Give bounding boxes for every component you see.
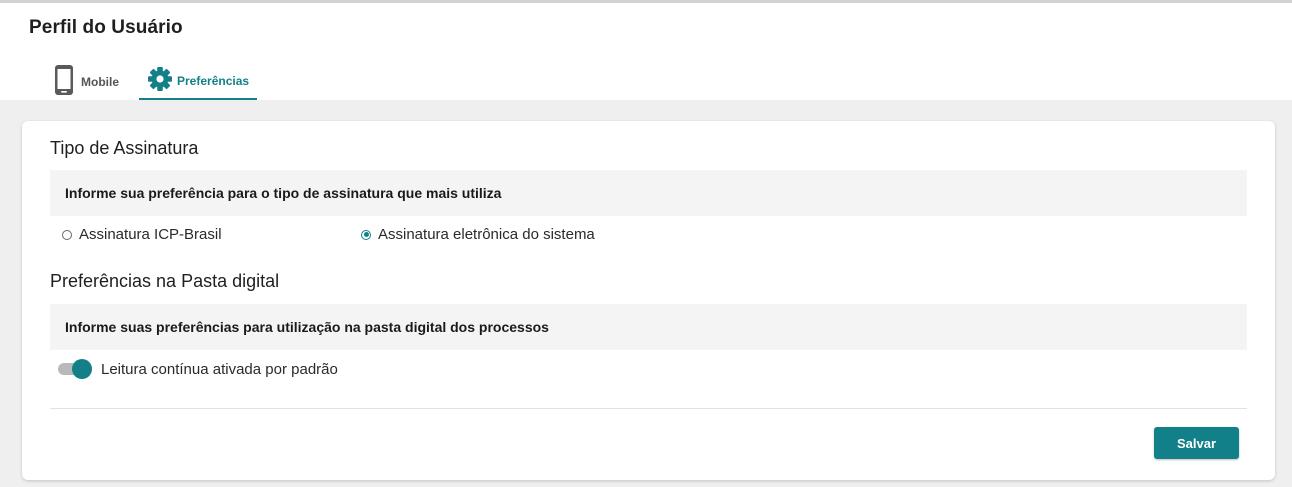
tab-preferences[interactable]: Preferências [139, 63, 258, 100]
tab-bar: Mobile Preferências [45, 63, 258, 100]
radio-electronic-signature[interactable]: Assinatura eletrônica do sistema [361, 226, 595, 243]
tab-preferences-label: Preferências [177, 73, 250, 88]
continuous-reading-label: Leitura contínua ativada por padrão [101, 360, 338, 378]
radio-icp-brasil[interactable]: Assinatura ICP-Brasil [62, 226, 222, 243]
tab-mobile-label: Mobile [81, 74, 119, 89]
gear-icon [147, 66, 173, 95]
radio-icp-brasil-label: Assinatura ICP-Brasil [79, 226, 222, 243]
signature-info-bar: Informe sua preferência para o tipo de a… [50, 170, 1247, 216]
card-divider [50, 408, 1247, 409]
page-header: Perfil do Usuário Mobile Preferências [0, 3, 1292, 100]
save-button[interactable]: Salvar [1154, 427, 1239, 459]
radio-icp-brasil-circle[interactable] [62, 229, 72, 240]
mobile-phone-icon [53, 64, 75, 99]
continuous-reading-toggle[interactable] [58, 359, 92, 379]
radio-electronic-signature-label: Assinatura eletrônica do sistema [378, 226, 595, 243]
preferences-card: Tipo de Assinatura Informe sua preferênc… [22, 121, 1275, 480]
continuous-reading-row: Leitura contínua ativada por padrão [58, 359, 338, 379]
folder-info-text: Informe suas preferências para utilizaçã… [65, 319, 549, 335]
tab-mobile[interactable]: Mobile [45, 63, 127, 100]
page-title: Perfil do Usuário [29, 17, 183, 38]
folder-section-title: Preferências na Pasta digital [50, 271, 280, 291]
folder-info-bar: Informe suas preferências para utilizaçã… [50, 304, 1247, 350]
radio-electronic-signature-circle[interactable] [361, 229, 371, 240]
signature-info-text: Informe sua preferência para o tipo de a… [65, 185, 502, 201]
toggle-knob [72, 359, 92, 379]
signature-section-title: Tipo de Assinatura [50, 138, 199, 158]
